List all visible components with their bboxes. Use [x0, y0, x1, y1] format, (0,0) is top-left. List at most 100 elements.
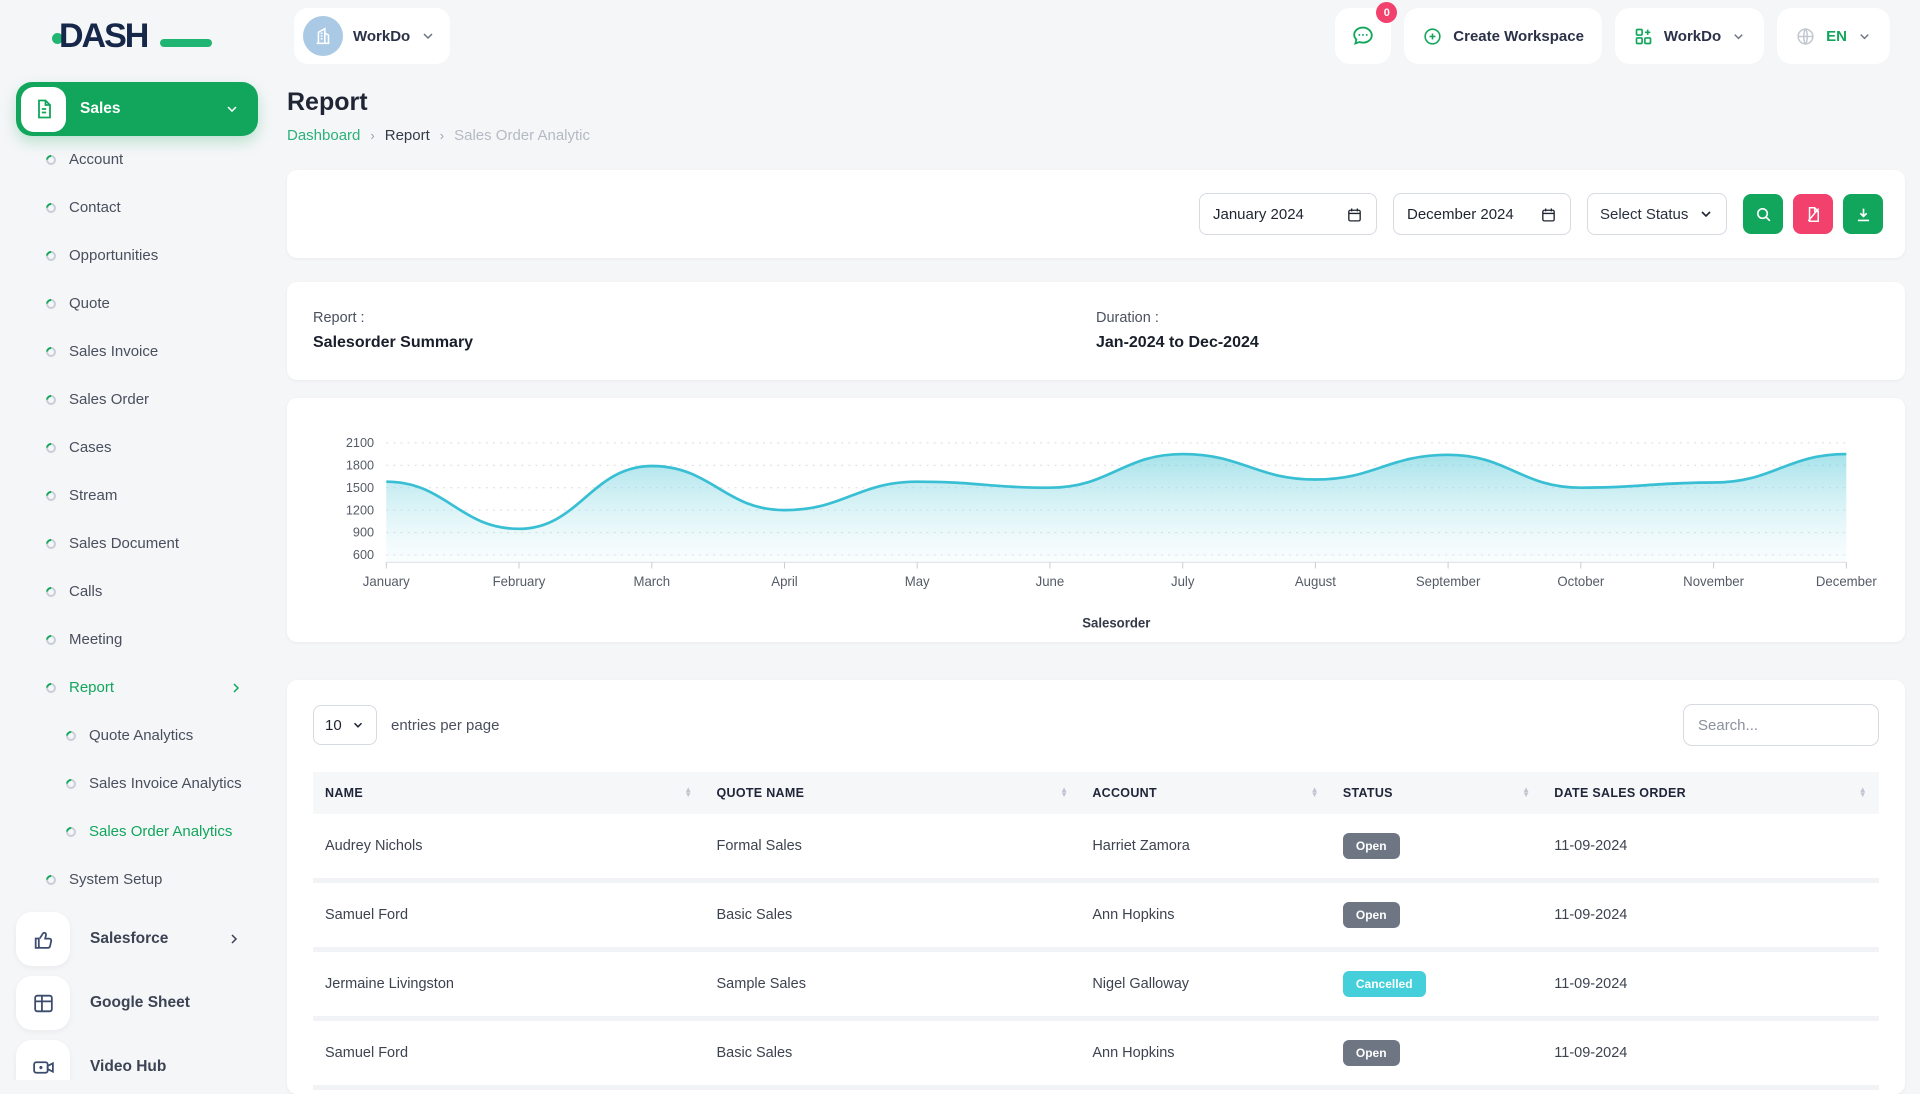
workspace-selector[interactable]: WorkDo — [294, 8, 450, 64]
cell-name: Samuel Ford — [313, 1019, 705, 1088]
language-selector[interactable]: EN — [1777, 8, 1890, 64]
sidebar-item-label: Sales Invoice Analytics — [89, 774, 244, 794]
sidebar-item-label: Sales Invoice — [69, 342, 244, 362]
column-header-date-sales-order[interactable]: DATE SALES ORDER ▲▼ — [1542, 772, 1879, 814]
sidebar-item-sales-document[interactable]: Sales Document — [16, 520, 258, 568]
sidebar-item-label: Quote Analytics — [89, 726, 244, 746]
bullet-icon — [44, 633, 58, 647]
sidebar-item-label: System Setup — [69, 870, 244, 890]
column-header-quote-name[interactable]: QUOTE NAME ▲▼ — [705, 772, 1081, 814]
sidebar-item-label: Cases — [69, 438, 244, 458]
sidebar-item-cases[interactable]: Cases — [16, 424, 258, 472]
sidebar-item-quote-analytics[interactable]: Quote Analytics — [16, 712, 258, 760]
report-value: Salesorder Summary — [313, 334, 1096, 352]
cell-name: Jermaine Livingston — [313, 950, 705, 1019]
svg-text:March: March — [633, 574, 670, 589]
cell-status: Open — [1331, 881, 1542, 950]
start-month-input[interactable]: January 2024 — [1199, 193, 1377, 235]
chevron-down-icon — [420, 28, 436, 44]
sidebar-item-contact[interactable]: Contact — [16, 184, 258, 232]
sort-icon[interactable]: ▲▼ — [1859, 788, 1867, 798]
sidebar-item-google-sheet[interactable]: Google Sheet — [16, 974, 258, 1032]
sidebar-item-sales-order-analytics[interactable]: Sales Order Analytics — [16, 808, 258, 856]
topbar: DASH WorkDo 0 Create Workspace WorkDo EN — [0, 0, 1920, 72]
sort-icon[interactable]: ▲▼ — [684, 788, 692, 798]
sidebar-item-salesforce[interactable]: Salesforce — [16, 910, 258, 968]
thumbs-up-icon — [16, 912, 70, 966]
column-label: QUOTE NAME — [717, 786, 805, 800]
bullet-icon — [44, 345, 58, 359]
sort-icon[interactable]: ▲▼ — [1522, 788, 1530, 798]
sidebar-item-label: Video Hub — [90, 1058, 242, 1076]
svg-text:June: June — [1036, 574, 1065, 589]
column-header-status[interactable]: STATUS ▲▼ — [1331, 772, 1542, 814]
sidebar-item-opportunities[interactable]: Opportunities — [16, 232, 258, 280]
status-select[interactable]: Select Status — [1587, 193, 1727, 235]
cell-status: Open — [1331, 814, 1542, 881]
breadcrumb-dashboard[interactable]: Dashboard — [287, 127, 360, 144]
sidebar-item-system-setup[interactable]: System Setup — [16, 856, 258, 904]
svg-text:October: October — [1557, 574, 1604, 589]
workdo-menu-button[interactable]: WorkDo — [1615, 8, 1764, 64]
sidebar-item-sales[interactable]: Sales — [16, 82, 258, 136]
sidebar-item-sales-invoice-analytics[interactable]: Sales Invoice Analytics — [16, 760, 258, 808]
sidebar-item-label: Sales — [80, 100, 224, 118]
sort-icon[interactable]: ▲▼ — [1311, 788, 1319, 798]
sidebar-item-report[interactable]: Report — [16, 664, 258, 712]
logo-dash-icon — [160, 39, 212, 47]
sidebar-item-sales-invoice[interactable]: Sales Invoice — [16, 328, 258, 376]
plus-circle-icon — [1422, 26, 1443, 47]
cell-account: Ann Hopkins — [1080, 1019, 1331, 1088]
status-badge: Open — [1343, 833, 1400, 859]
table-row[interactable]: Samuel Ford Basic Sales Ann Hopkins Open… — [313, 1019, 1879, 1088]
messages-button[interactable]: 0 — [1335, 8, 1391, 64]
cell-date: 11-09-2024 — [1542, 950, 1879, 1019]
table-row[interactable]: Jermaine Livingston Sample Sales Nigel G… — [313, 950, 1879, 1019]
create-workspace-label: Create Workspace — [1453, 28, 1584, 45]
sidebar-item-meeting[interactable]: Meeting — [16, 616, 258, 664]
chevron-down-icon — [351, 718, 365, 732]
orders-table: NAME ▲▼QUOTE NAME ▲▼ACCOUNT ▲▼STATUS ▲▼D… — [313, 772, 1879, 1090]
entries-per-page-label: entries per page — [391, 717, 499, 734]
cell-account: Harriet Zamora — [1080, 814, 1331, 881]
sidebar-item-sales-order[interactable]: Sales Order — [16, 376, 258, 424]
breadcrumb-separator: › — [440, 128, 444, 143]
report-label: Report : — [313, 310, 1096, 326]
cell-quote-name: Sample Sales — [705, 950, 1081, 1019]
video-icon — [16, 1040, 70, 1080]
svg-text:900: 900 — [353, 525, 374, 540]
duration-value: Jan-2024 to Dec-2024 — [1096, 334, 1879, 352]
chevron-down-icon — [224, 101, 240, 117]
bullet-icon — [44, 873, 58, 887]
sidebar-item-quote[interactable]: Quote — [16, 280, 258, 328]
column-header-name[interactable]: NAME ▲▼ — [313, 772, 705, 814]
clear-filter-button[interactable] — [1793, 194, 1833, 234]
svg-text:1800: 1800 — [346, 457, 374, 472]
table-search-input[interactable] — [1683, 704, 1879, 746]
sidebar-item-label: Stream — [69, 486, 244, 506]
workspace-avatar — [303, 16, 343, 56]
sort-icon[interactable]: ▲▼ — [1060, 788, 1068, 798]
svg-text:July: July — [1171, 574, 1195, 589]
sidebar-item-video-hub[interactable]: Video Hub — [16, 1038, 258, 1080]
end-month-input[interactable]: December 2024 — [1393, 193, 1571, 235]
svg-text:600: 600 — [353, 547, 374, 562]
sidebar-item-label: Sales Order Analytics — [89, 822, 244, 842]
bullet-icon — [44, 297, 58, 311]
breadcrumb-sales-order-analytic: Sales Order Analytic — [454, 127, 590, 144]
sidebar-item-stream[interactable]: Stream — [16, 472, 258, 520]
sidebar-item-account[interactable]: Account — [16, 136, 258, 184]
svg-text:November: November — [1683, 574, 1744, 589]
table-row[interactable]: Audrey Nichols Formal Sales Harriet Zamo… — [313, 814, 1879, 881]
bullet-icon — [64, 825, 78, 839]
create-workspace-button[interactable]: Create Workspace — [1404, 8, 1602, 64]
cell-name: Audrey Nichols — [313, 814, 705, 881]
page-title: Report — [287, 88, 1905, 117]
sidebar-item-calls[interactable]: Calls — [16, 568, 258, 616]
download-button[interactable] — [1843, 194, 1883, 234]
column-header-account[interactable]: ACCOUNT ▲▼ — [1080, 772, 1331, 814]
sidebar-item-label: Quote — [69, 294, 244, 314]
apply-filter-button[interactable] — [1743, 194, 1783, 234]
table-row[interactable]: Samuel Ford Basic Sales Ann Hopkins Open… — [313, 881, 1879, 950]
entries-per-page-select[interactable]: 10 — [313, 705, 377, 745]
